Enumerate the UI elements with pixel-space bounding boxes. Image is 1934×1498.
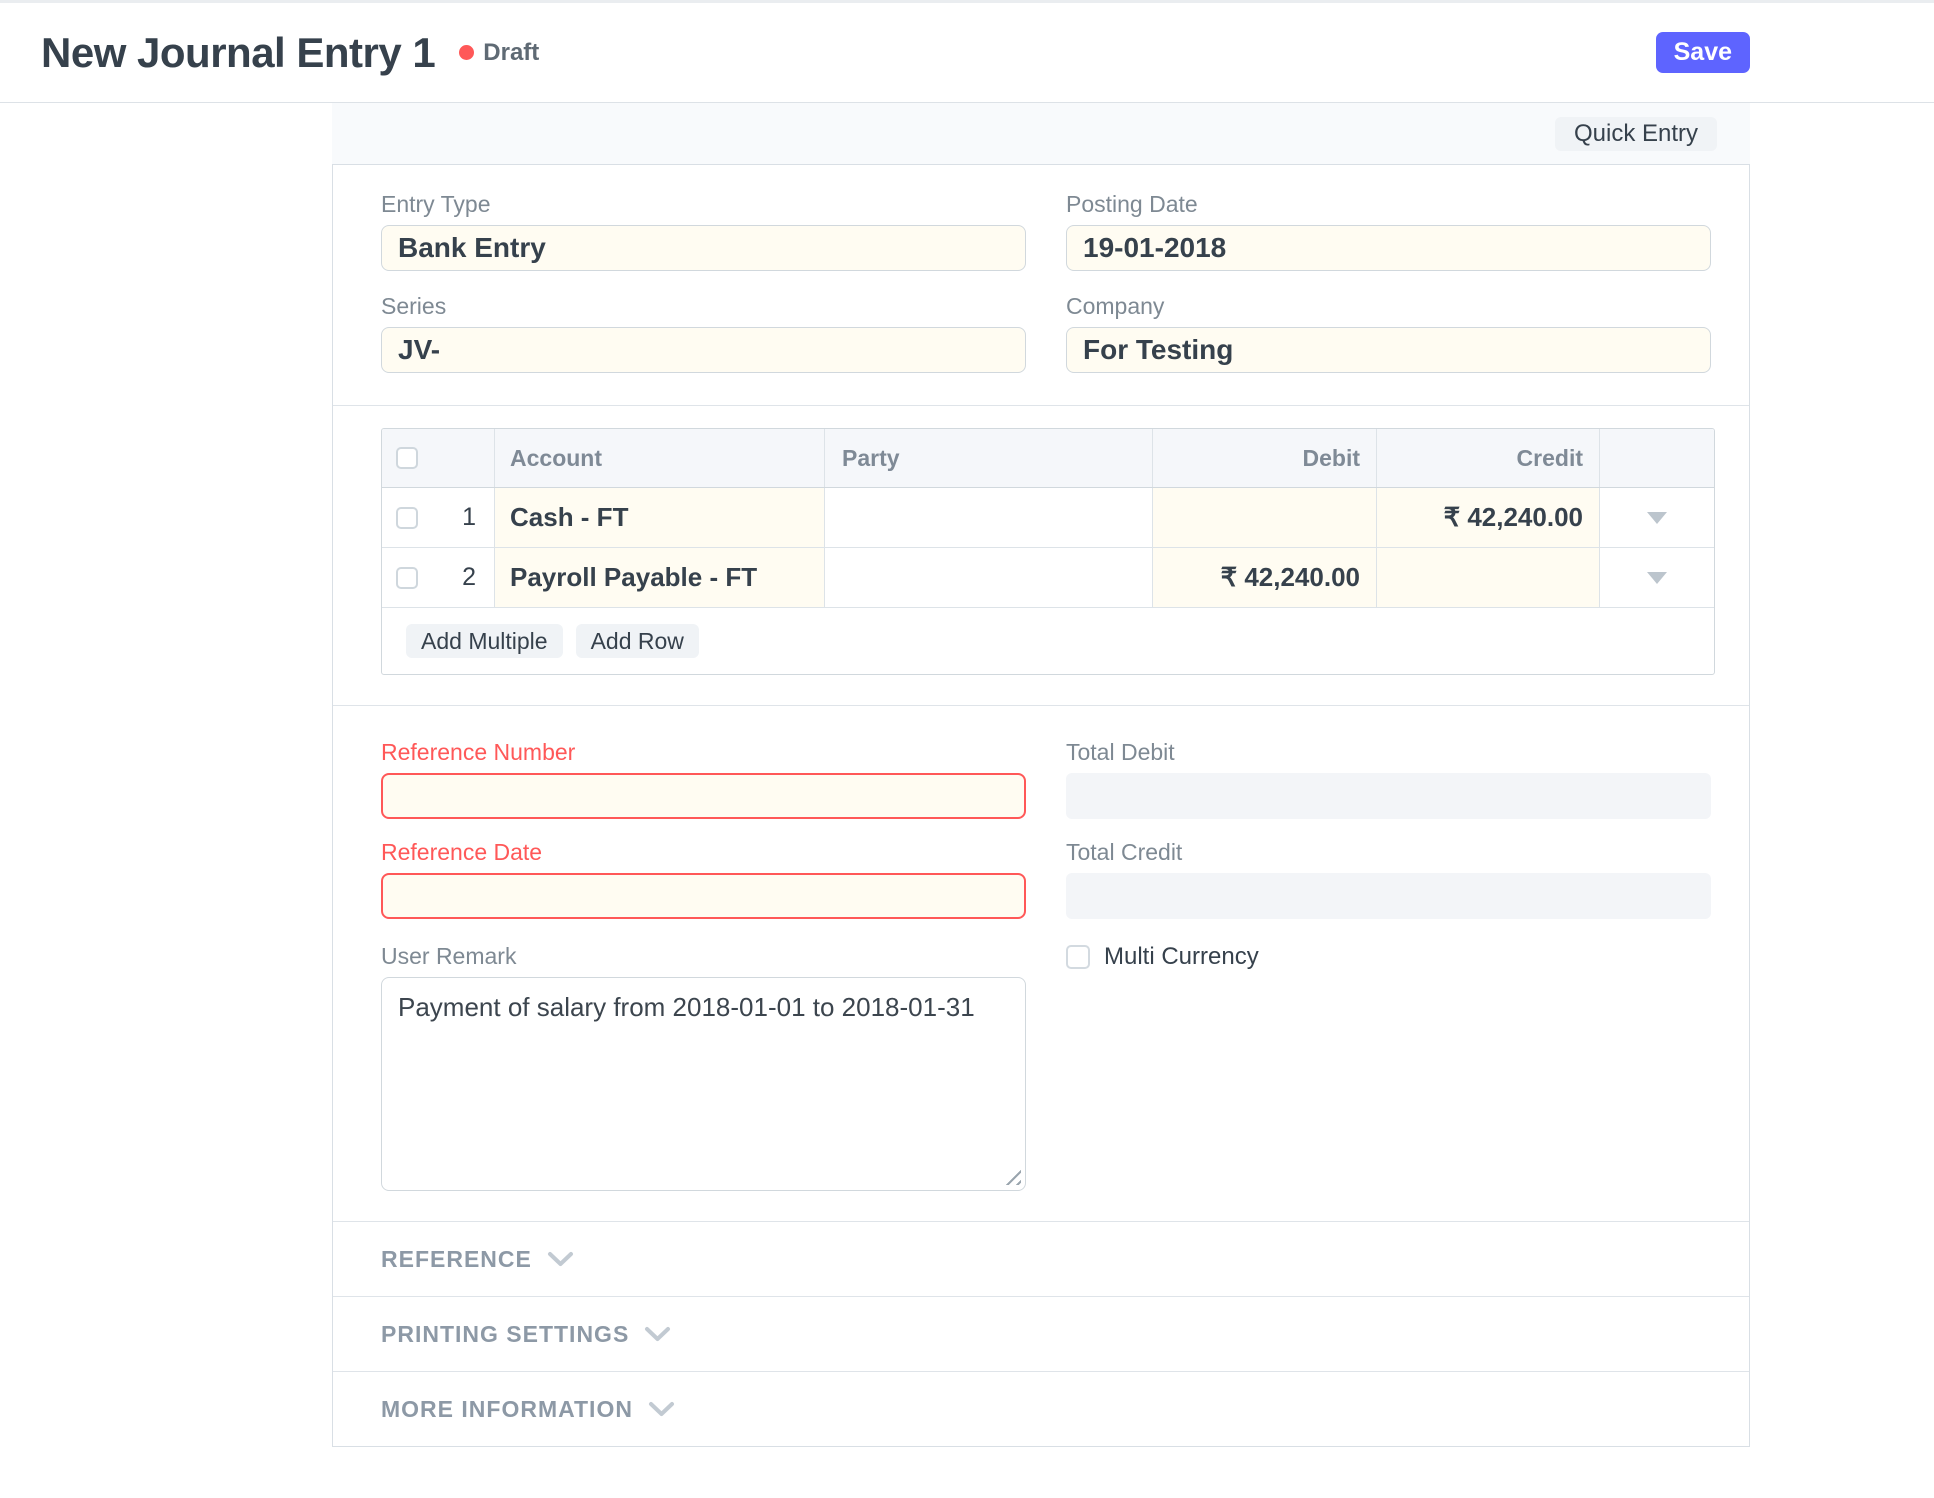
party-cell[interactable] [824, 488, 1152, 547]
account-cell[interactable]: Cash - FT [494, 488, 824, 547]
row-select-cell: 2 [382, 548, 494, 607]
user-remark-textarea[interactable]: Payment of salary from 2018-01-01 to 201… [381, 977, 1026, 1191]
add-multiple-button[interactable]: Add Multiple [406, 624, 563, 658]
row-index: 2 [462, 563, 476, 591]
column-header-party: Party [824, 429, 1152, 487]
section-main-fields: Entry Type Posting Date Series Company [333, 165, 1749, 405]
form-toolbar: Quick Entry [332, 103, 1750, 165]
row-dropdown-caret-icon[interactable] [1647, 571, 1667, 584]
debit-cell[interactable]: ₹ 42,240.00 [1152, 548, 1376, 607]
row-options-cell[interactable] [1599, 548, 1714, 607]
row-index: 1 [462, 503, 476, 531]
column-header-credit: Credit [1376, 429, 1599, 487]
accounts-table: Account Party Debit Credit 1 Cash - FT ₹… [381, 428, 1715, 675]
account-cell[interactable]: Payroll Payable - FT [494, 548, 824, 607]
field-user-remark: User Remark Payment of salary from 2018-… [381, 943, 1026, 1191]
user-remark-label: User Remark [381, 943, 517, 969]
row-options-cell[interactable] [1599, 488, 1714, 547]
add-row-button[interactable]: Add Row [575, 624, 699, 658]
company-label: Company [1066, 293, 1165, 319]
select-all-checkbox[interactable] [396, 447, 418, 469]
field-series: Series [381, 293, 1026, 373]
status-dot-icon [459, 45, 475, 60]
multi-currency-label: Multi Currency [1104, 943, 1259, 970]
table-row[interactable]: 1 Cash - FT ₹ 42,240.00 [382, 488, 1714, 548]
field-multi-currency: Multi Currency [1066, 943, 1711, 971]
section-toggle-reference[interactable]: REFERENCE [333, 1221, 1749, 1296]
reference-number-label: Reference Number [381, 739, 576, 765]
row-checkbox[interactable] [396, 566, 418, 589]
entry-type-label: Entry Type [381, 191, 491, 217]
user-remark-wrapper: Payment of salary from 2018-01-01 to 201… [381, 977, 1026, 1191]
field-total-debit: Total Debit [1066, 739, 1711, 819]
field-posting-date: Posting Date [1066, 191, 1711, 271]
section-title: PRINTING SETTINGS [381, 1320, 630, 1347]
debit-cell[interactable] [1152, 488, 1376, 547]
posting-date-label: Posting Date [1066, 191, 1198, 217]
reference-number-input[interactable] [381, 773, 1026, 819]
right-fields-column: Total Debit Total Credit Multi Currency [1066, 739, 1711, 1191]
entry-type-input[interactable] [381, 225, 1026, 271]
section-title: MORE INFORMATION [381, 1395, 633, 1422]
credit-cell[interactable] [1376, 548, 1599, 607]
party-cell[interactable] [824, 548, 1152, 607]
section-toggle-more-information[interactable]: MORE INFORMATION [333, 1371, 1749, 1446]
column-header-account: Account [494, 429, 824, 487]
field-entry-type: Entry Type [381, 191, 1026, 271]
section-reference-totals: Reference Number Reference Date User Rem… [333, 705, 1749, 1221]
section-accounting-entries: Account Party Debit Credit 1 Cash - FT ₹… [333, 405, 1749, 705]
total-credit-field [1066, 873, 1711, 919]
field-reference-number: Reference Number [381, 739, 1026, 819]
multi-currency-checkbox[interactable] [1066, 945, 1090, 969]
chevron-down-icon [645, 1326, 671, 1341]
total-debit-field [1066, 773, 1711, 819]
reference-date-label: Reference Date [381, 839, 543, 865]
row-select-cell: 1 [382, 488, 494, 547]
table-row[interactable]: 2 Payroll Payable - FT ₹ 42,240.00 [382, 548, 1714, 608]
table-footer: Add Multiple Add Row [382, 608, 1714, 674]
field-reference-date: Reference Date [381, 839, 1026, 919]
form-card: Entry Type Posting Date Series Company [332, 165, 1750, 1447]
field-company: Company [1066, 293, 1711, 373]
form-container: Quick Entry Entry Type Posting Date Seri… [332, 103, 1750, 1447]
row-checkbox[interactable] [396, 506, 418, 529]
table-header-row: Account Party Debit Credit [382, 429, 1714, 488]
chevron-down-icon [648, 1401, 674, 1416]
field-total-credit: Total Credit [1066, 839, 1711, 919]
column-header-actions [1599, 429, 1714, 487]
save-button[interactable]: Save [1655, 32, 1750, 73]
credit-cell[interactable]: ₹ 42,240.00 [1376, 488, 1599, 547]
reference-date-input[interactable] [381, 873, 1026, 919]
total-credit-label: Total Credit [1066, 839, 1183, 865]
status-badge: Draft [483, 38, 540, 66]
left-fields-column: Reference Number Reference Date User Rem… [381, 739, 1026, 1191]
row-dropdown-caret-icon[interactable] [1647, 511, 1667, 524]
company-input[interactable] [1066, 327, 1711, 373]
series-input[interactable] [381, 327, 1026, 373]
section-toggle-printing-settings[interactable]: PRINTING SETTINGS [333, 1296, 1749, 1371]
header-select-cell [382, 429, 494, 487]
total-debit-label: Total Debit [1066, 739, 1175, 765]
quick-entry-button[interactable]: Quick Entry [1554, 116, 1717, 151]
chevron-down-icon [547, 1251, 573, 1266]
posting-date-input[interactable] [1066, 225, 1711, 271]
column-header-debit: Debit [1152, 429, 1376, 487]
page-header: New Journal Entry 1 Draft Save [0, 3, 1934, 103]
series-label: Series [381, 293, 447, 319]
page-title: New Journal Entry 1 [41, 28, 436, 76]
section-title: REFERENCE [381, 1245, 532, 1272]
